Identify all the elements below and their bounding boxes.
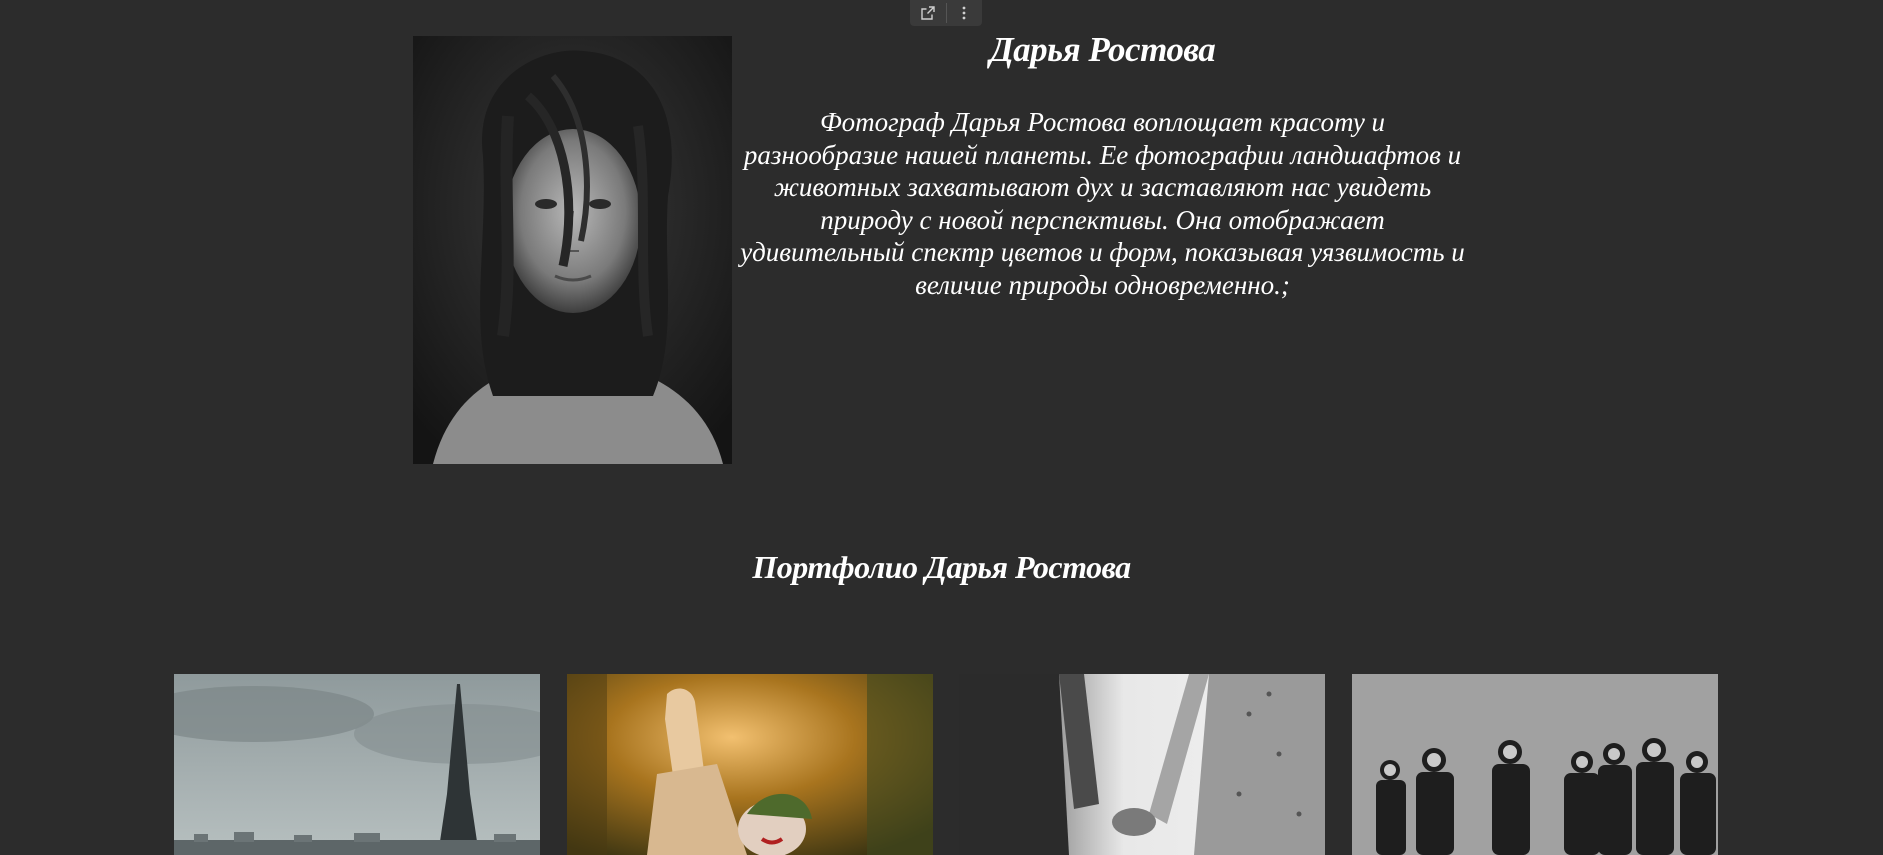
profile-name-heading: Дарья Ростова <box>989 30 1216 69</box>
floating-toolbar <box>910 0 982 26</box>
external-link-icon[interactable] <box>910 0 946 26</box>
portfolio-heading: Портфолио Дарья Ростова <box>752 549 1131 585</box>
portfolio-gallery <box>174 674 1718 855</box>
gallery-image-clown[interactable] <box>567 674 933 855</box>
gallery-image-eiffel-tower[interactable] <box>174 674 540 855</box>
gallery-image-band[interactable] <box>1352 674 1718 855</box>
more-vertical-icon[interactable] <box>946 0 982 26</box>
profile-bio-text: Фотограф Дарья Ростова воплощает красоту… <box>740 107 1465 300</box>
gallery-image-holding-hands[interactable] <box>959 674 1325 855</box>
profile-portrait-image <box>413 36 732 464</box>
